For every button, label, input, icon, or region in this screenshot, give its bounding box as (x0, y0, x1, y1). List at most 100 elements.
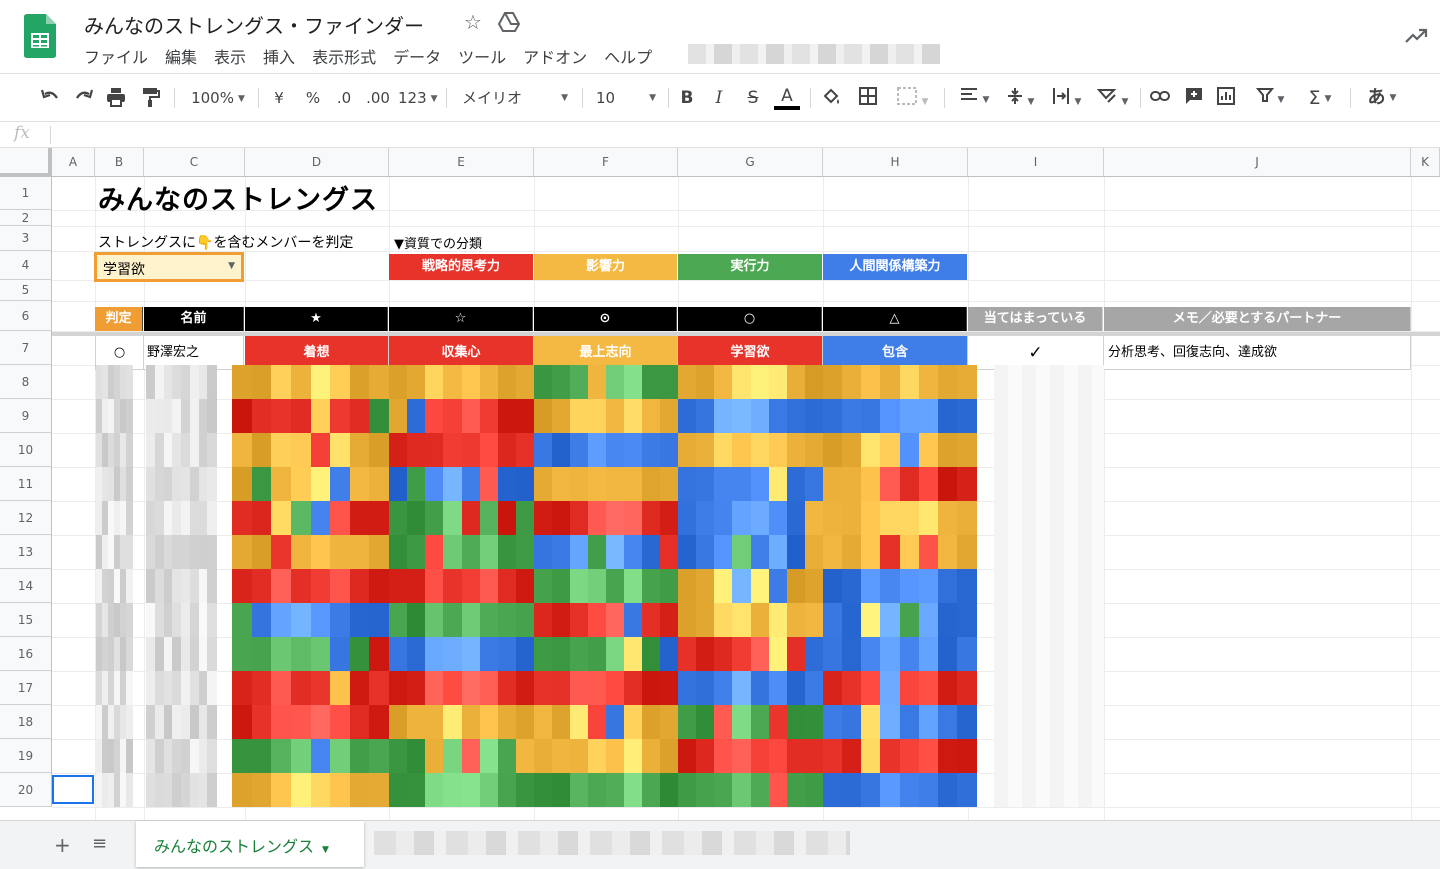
row-header-11[interactable]: 11 (0, 467, 52, 501)
column-header-c[interactable]: C (144, 148, 245, 177)
functions-button[interactable]: Σ ▼ (1300, 86, 1340, 110)
row-header-14[interactable]: 14 (0, 569, 52, 603)
column-header-k[interactable]: K (1411, 148, 1440, 177)
judgement-instruction[interactable]: ストレングスに👇を含むメンバーを判定 (98, 232, 353, 252)
redo-icon[interactable] (72, 86, 96, 110)
row-header-18[interactable]: 18 (0, 705, 52, 739)
font-family-select[interactable]: メイリオ ▼ (462, 86, 570, 110)
spreadsheet-grid[interactable]: ABCDEFGHIJK 1 2 3 4 5 6 7 8 9 10 11 12 13 14 15 16 17 18 1… (0, 148, 1440, 820)
menu-view[interactable]: 表示 (214, 44, 246, 68)
sheet-tab-active[interactable]: みんなのストレングス ▼ (136, 821, 364, 867)
column-header-e[interactable]: E (389, 148, 534, 177)
select-all-corner[interactable] (0, 148, 52, 177)
bold-button[interactable]: B (676, 86, 698, 110)
undo-icon[interactable] (38, 86, 62, 110)
header-strength-1[interactable]: ★ (245, 307, 388, 331)
all-sheets-menu-icon[interactable]: ≡ (92, 833, 107, 854)
strikethrough-button[interactable]: S (742, 86, 764, 110)
row-header-15[interactable]: 15 (0, 603, 52, 637)
borders-icon[interactable] (856, 86, 880, 110)
print-icon[interactable] (104, 86, 128, 110)
sheet-title[interactable]: みんなのストレングス (98, 178, 378, 217)
text-color-button[interactable]: A (774, 86, 800, 110)
filter-icon[interactable]: ▼ (1248, 86, 1292, 110)
column-header-g[interactable]: G (678, 148, 823, 177)
row-header-4[interactable]: 4 (0, 251, 52, 280)
menu-format[interactable]: 表示形式 (312, 44, 376, 68)
zoom-select[interactable]: 100% ▼ (186, 86, 250, 110)
currency-format-button[interactable]: ¥ (268, 86, 290, 110)
row-header-17[interactable]: 17 (0, 671, 52, 705)
row-header-1[interactable]: 1 (0, 177, 52, 210)
font-size-select[interactable]: 10 ▼ (596, 86, 658, 110)
column-header-b[interactable]: B (95, 148, 144, 177)
column-header-a[interactable]: A (52, 148, 95, 177)
insert-chart-icon[interactable] (1214, 86, 1238, 110)
menu-data[interactable]: データ (393, 44, 441, 68)
menu-file[interactable]: ファイル (84, 44, 148, 68)
menu-edit[interactable]: 編集 (165, 44, 197, 68)
decrease-decimal-button[interactable]: .0 (332, 86, 356, 110)
text-rotation-icon[interactable]: ▼ (1092, 86, 1132, 110)
row-header-12[interactable]: 12 (0, 501, 52, 535)
row-header-20[interactable]: 20 (0, 773, 52, 807)
menu-addons[interactable]: アドオン (523, 44, 587, 68)
active-cell-selection[interactable] (52, 775, 94, 804)
header-strength-3[interactable]: ⊙ (534, 307, 677, 331)
italic-button[interactable]: I (708, 86, 730, 110)
paint-format-icon[interactable] (138, 86, 162, 110)
row-header-8[interactable]: 8 (0, 365, 52, 399)
fill-color-icon[interactable] (820, 86, 844, 110)
row-header-19[interactable]: 19 (0, 739, 52, 773)
menu-help[interactable]: ヘルプ (604, 44, 652, 68)
strength-dropdown[interactable]: 学習欲 ▼ (94, 252, 244, 282)
row-header-16[interactable]: 16 (0, 637, 52, 671)
input-tools-button[interactable]: あ ▼ (1360, 86, 1404, 110)
menu-insert[interactable]: 挿入 (263, 44, 295, 68)
category-relationship-building[interactable]: 人間関係構築力 (823, 254, 967, 280)
insert-comment-icon[interactable] (1182, 86, 1206, 110)
row-header-3[interactable]: 3 (0, 226, 52, 251)
increase-decimal-button[interactable]: .00 (364, 86, 392, 110)
row-header-9[interactable]: 9 (0, 399, 52, 433)
column-header-h[interactable]: H (823, 148, 968, 177)
merge-cells-icon[interactable]: ▼ (890, 86, 934, 110)
move-to-drive-icon[interactable] (498, 12, 520, 32)
row-header-7[interactable]: 7 (0, 331, 52, 365)
column-header-i[interactable]: I (968, 148, 1104, 177)
horizontal-align-icon[interactable]: ▼ (954, 86, 994, 110)
row-header-10[interactable]: 10 (0, 433, 52, 467)
header-strength-5[interactable]: △ (823, 307, 967, 331)
row7-memo[interactable]: 分析思考、回復志向、達成欲 (1104, 336, 1411, 370)
row-header-2[interactable]: 2 (0, 210, 52, 226)
header-name[interactable]: 名前 (144, 307, 244, 331)
category-strategic-thinking[interactable]: 戦略的思考力 (389, 254, 533, 280)
header-strength-4[interactable]: ○ (678, 307, 822, 331)
category-heading[interactable]: ▼資質での分類 (394, 233, 482, 252)
star-icon[interactable]: ☆ (464, 10, 482, 34)
header-strength-2[interactable]: ☆ (389, 307, 533, 331)
vertical-align-icon[interactable]: ▼ (1000, 86, 1040, 110)
number-format-select[interactable]: 123 ▼ (398, 86, 438, 110)
category-influencing[interactable]: 影響力 (534, 254, 677, 280)
header-matching[interactable]: 当てはまっている (968, 307, 1103, 331)
header-judge[interactable]: 判定 (95, 307, 143, 331)
row-header-5[interactable]: 5 (0, 280, 52, 301)
activity-trend-icon[interactable] (1404, 24, 1428, 48)
category-executing[interactable]: 実行力 (678, 254, 822, 280)
other-sheet-tabs-blurred[interactable] (374, 831, 850, 855)
text-wrap-icon[interactable]: ▼ (1046, 86, 1086, 110)
row-header-6[interactable]: 6 (0, 301, 52, 331)
menu-tools[interactable]: ツール (458, 44, 506, 68)
insert-link-icon[interactable] (1148, 86, 1172, 110)
column-header-d[interactable]: D (245, 148, 389, 177)
column-header-j[interactable]: J (1104, 148, 1411, 177)
column-header-f[interactable]: F (534, 148, 678, 177)
header-memo[interactable]: メモ／必要とするパートナー (1104, 307, 1411, 331)
add-sheet-icon[interactable]: + (54, 833, 71, 857)
document-title[interactable]: みんなのストレングス・ファインダー (84, 10, 424, 39)
sheets-logo-icon[interactable] (24, 14, 56, 58)
percent-format-button[interactable]: % (302, 86, 324, 110)
row-header-13[interactable]: 13 (0, 535, 52, 569)
last-edit-status-blurred[interactable] (688, 44, 940, 64)
